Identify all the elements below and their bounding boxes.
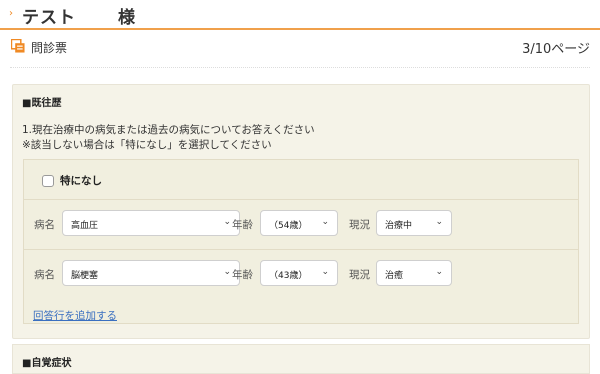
patient-name: テスト [22,8,76,28]
status-select[interactable]: 治癒 ⌄ [376,260,452,286]
page-indicator: 3/10ページ [522,42,590,57]
questionnaire-icon [11,39,25,53]
answer-row: 病名 脳梗塞 ⌄ 年齢 （43歳） ⌄ 現況 治癒 ⌄ [24,250,578,300]
disease-label: 病名 [34,269,55,281]
divider [10,67,590,68]
status-value: 治療中 [385,221,413,231]
questionnaire-bar: 問診票 3/10ページ [0,32,600,68]
answer-card: 特になし 病名 高血圧 ⌄ 年齢 （54歳） ⌄ 現況 治療中 ⌄ 病名 脳梗塞 [23,159,579,324]
disease-select[interactable]: 脳梗塞 ⌄ [62,260,240,286]
top-header: › テスト 様 [0,0,600,30]
question-text: 1.現在治療中の病気または過去の病気についてお答えください [22,124,315,136]
add-row-link[interactable]: 回答行を追加する [33,308,117,323]
status-label: 現況 [349,269,370,281]
chevron-right-icon: › [9,8,13,19]
disease-label: 病名 [34,219,55,231]
chevron-down-icon: ⌄ [223,217,231,227]
patient-honorific: 様 [118,8,135,28]
disease-value: 脳梗塞 [71,271,99,281]
chevron-down-icon: ⌄ [435,267,443,277]
age-label: 年齢 [232,269,253,281]
chevron-down-icon: ⌄ [321,267,329,277]
disease-select[interactable]: 高血圧 ⌄ [62,210,240,236]
medical-history-section: ■既往歴 1.現在治療中の病気または過去の病気についてお答えください ※該当しな… [12,84,590,339]
symptoms-section: ■自覚症状 [12,344,590,374]
answer-row: 病名 高血圧 ⌄ 年齢 （54歳） ⌄ 現況 治療中 ⌄ [24,200,578,250]
chevron-down-icon: ⌄ [321,217,329,227]
age-label: 年齢 [232,219,253,231]
age-value: （54歳） [269,221,308,231]
none-label: 特になし [60,175,102,187]
status-value: 治癒 [385,271,404,281]
none-option[interactable]: 特になし [24,160,578,200]
age-value: （43歳） [269,271,308,281]
age-select[interactable]: （54歳） ⌄ [260,210,338,236]
disease-value: 高血圧 [71,221,99,231]
age-select[interactable]: （43歳） ⌄ [260,260,338,286]
status-label: 現況 [349,219,370,231]
page-title: 問診票 [31,41,68,55]
section-heading: ■自覚症状 [22,358,72,369]
chevron-down-icon: ⌄ [435,217,443,227]
none-checkbox[interactable] [42,175,54,187]
section-heading: ■既往歴 [22,98,62,109]
chevron-down-icon: ⌄ [223,267,231,277]
question-note: ※該当しない場合は「特になし」を選択してください [22,139,272,151]
status-select[interactable]: 治療中 ⌄ [376,210,452,236]
